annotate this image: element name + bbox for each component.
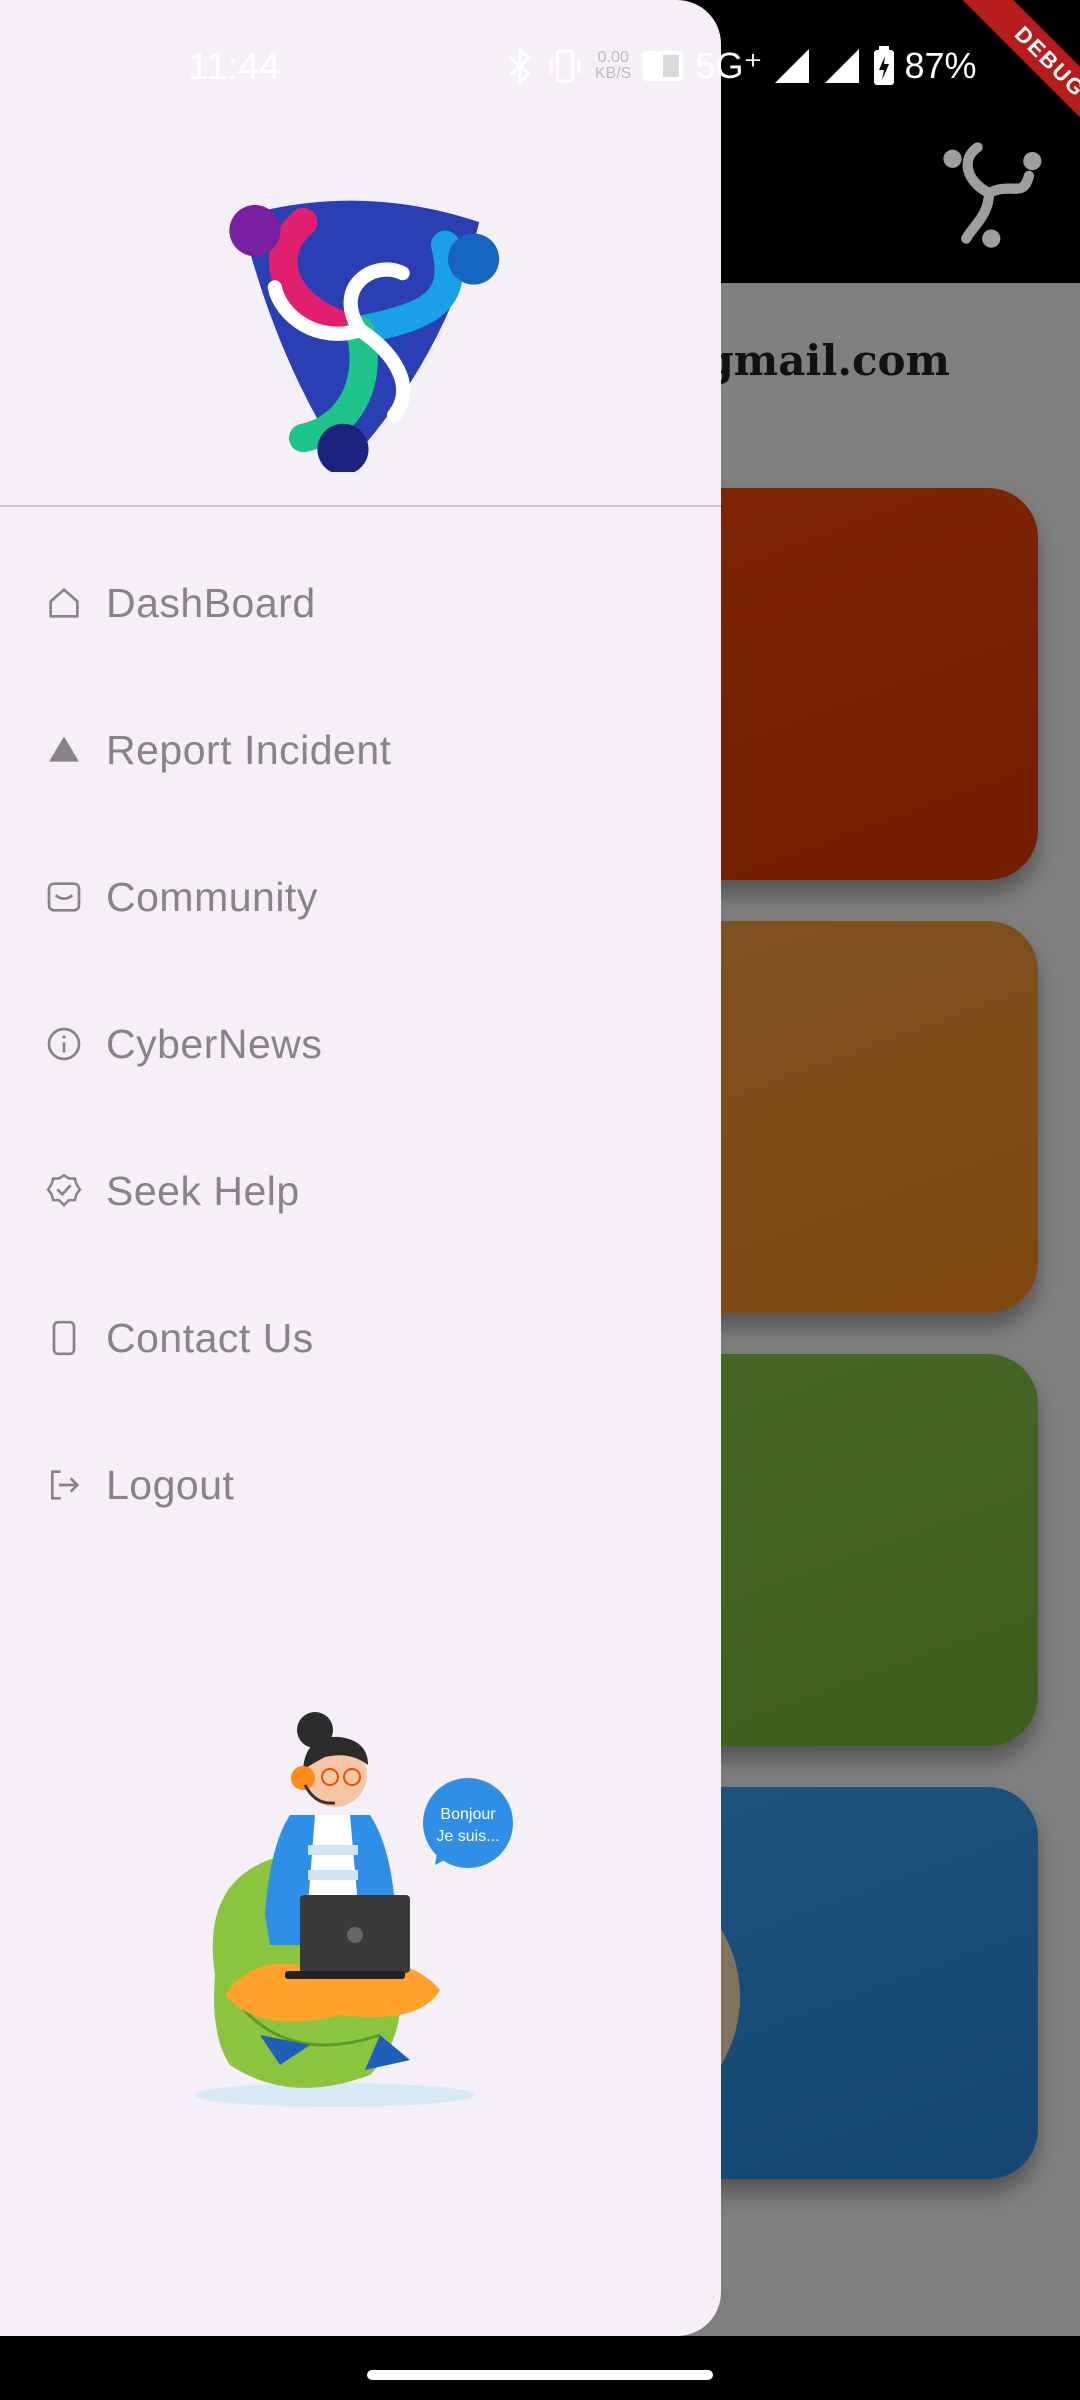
menu-item-community[interactable]: Community [0, 842, 721, 952]
menu-item-seek-help[interactable]: Seek Help [0, 1136, 721, 1246]
bubble-line-1: Bonjour [440, 1806, 496, 1823]
menu-item-label: Report Incident [106, 726, 392, 773]
menu-item-contact-us[interactable]: Contact Us [0, 1283, 721, 1393]
menu-item-label: Community [106, 873, 318, 920]
menu-item-logout[interactable]: Logout [0, 1430, 721, 1540]
system-nav-bar [0, 2336, 1080, 2400]
triangle-icon [42, 728, 86, 772]
support-agent-illustration: Bonjour Je suis... [195, 1712, 513, 2107]
message-icon [42, 875, 86, 919]
menu-item-label: DashBoard [106, 579, 316, 626]
menu-item-report-incident[interactable]: Report Incident [0, 695, 721, 805]
debug-banner: DEBUG [880, 0, 1080, 200]
signal-icon [774, 49, 809, 83]
menu-item-cybernews[interactable]: CyberNews [0, 989, 721, 1099]
menu-item-label: Seek Help [106, 1167, 300, 1214]
vibrate-icon [549, 49, 581, 83]
info-icon [42, 1022, 86, 1066]
signal-icon-2 [824, 49, 859, 83]
status-time: 11:44 [188, 46, 281, 88]
menu-item-dashboard[interactable]: DashBoard [0, 548, 721, 658]
bubble-line-2: Je suis... [436, 1828, 499, 1845]
bluetooth-icon [509, 46, 531, 86]
brand-logo-icon [229, 200, 500, 472]
navigation-drawer: DashBoard Report Incident Community Cybe… [0, 0, 721, 2336]
home-gesture-handle[interactable] [367, 2370, 713, 2380]
logout-icon [42, 1463, 86, 1507]
network-type: 5G⁺ [695, 45, 763, 86]
menu-item-label: CyberNews [106, 1020, 323, 1067]
phone-icon [42, 1316, 86, 1360]
menu-item-label: Contact Us [106, 1314, 314, 1361]
verified-icon [42, 1169, 86, 1213]
volte-icon [643, 51, 684, 81]
debug-label: DEBUG [945, 0, 1080, 167]
network-speed: 0.00 KB/S [595, 49, 632, 82]
menu-item-label: Logout [106, 1461, 235, 1508]
home-icon [42, 581, 86, 625]
